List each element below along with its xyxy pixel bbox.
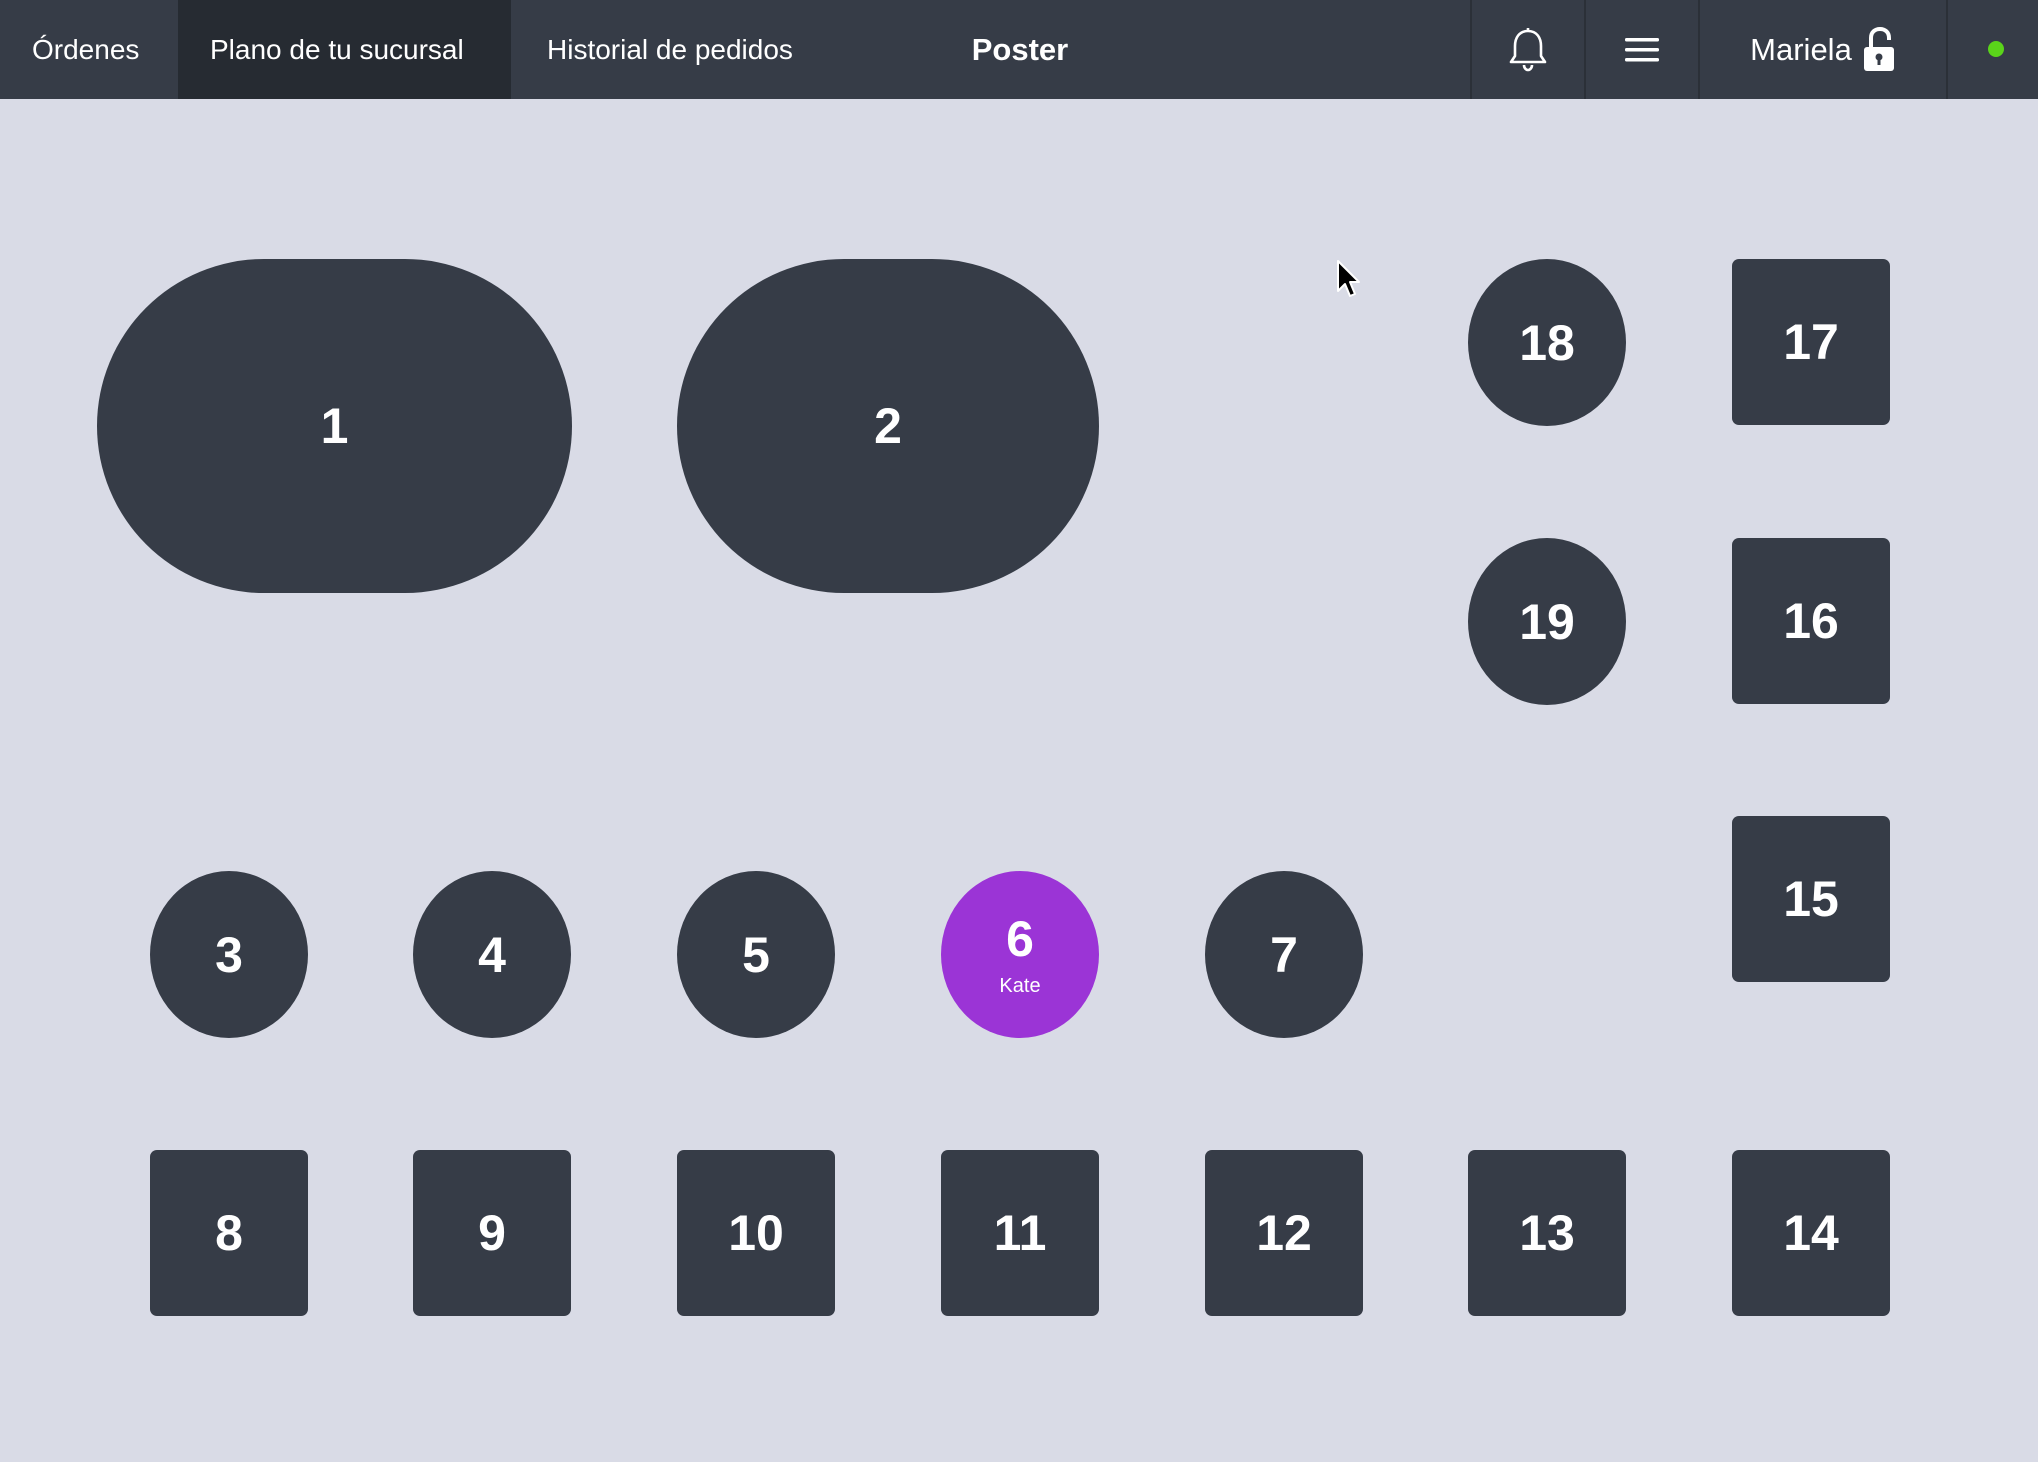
table-number: 12 xyxy=(1256,1205,1312,1261)
table-13[interactable]: 13 xyxy=(1468,1150,1626,1316)
table-number: 4 xyxy=(478,926,506,983)
table-number: 7 xyxy=(1270,926,1298,983)
table-16[interactable]: 16 xyxy=(1732,538,1890,704)
table-14[interactable]: 14 xyxy=(1732,1150,1890,1316)
table-guest-name: Kate xyxy=(999,974,1041,997)
table-number: 16 xyxy=(1783,593,1839,649)
app-title: Poster xyxy=(971,32,1069,67)
table-number: 11 xyxy=(993,1205,1047,1261)
table-5[interactable]: 5 xyxy=(677,871,835,1038)
tab-order-history[interactable]: Historial de pedidos xyxy=(515,0,835,99)
table-number: 14 xyxy=(1783,1205,1839,1261)
table-number: 17 xyxy=(1783,314,1839,370)
online-status-indicator xyxy=(1988,41,2004,57)
table-1[interactable]: 1 xyxy=(97,259,572,593)
table-3[interactable]: 3 xyxy=(150,871,308,1038)
table-number: 9 xyxy=(478,1205,506,1261)
table-18[interactable]: 18 xyxy=(1468,259,1626,426)
floor-plan: 1 2 3 4 5 6 Kate 7 8 9 10 11 12 13 14 15 xyxy=(0,99,2038,1462)
table-number: 8 xyxy=(215,1205,243,1261)
table-number: 19 xyxy=(1519,593,1575,650)
table-number: 5 xyxy=(742,926,770,983)
divider xyxy=(1946,0,1948,99)
table-number: 1 xyxy=(320,398,349,454)
table-17[interactable]: 17 xyxy=(1732,259,1890,425)
table-number: 13 xyxy=(1519,1205,1575,1261)
table-number: 10 xyxy=(728,1205,784,1261)
table-12[interactable]: 12 xyxy=(1205,1150,1363,1316)
table-10[interactable]: 10 xyxy=(677,1150,835,1316)
table-7[interactable]: 7 xyxy=(1205,871,1363,1038)
table-6[interactable]: 6 Kate xyxy=(941,871,1099,1038)
table-8[interactable]: 8 xyxy=(150,1150,308,1316)
table-number: 3 xyxy=(215,926,243,983)
table-number: 2 xyxy=(874,398,902,454)
bell-icon xyxy=(1509,27,1547,71)
table-number: 18 xyxy=(1519,314,1575,371)
mouse-cursor-icon xyxy=(1337,260,1360,297)
user-account-button[interactable]: Mariela xyxy=(1700,0,1946,99)
table-number: 6 xyxy=(1006,910,1034,967)
unlocked-lock-icon xyxy=(1863,26,1894,71)
table-number: 15 xyxy=(1783,871,1839,927)
table-4[interactable]: 4 xyxy=(413,871,571,1038)
table-15[interactable]: 15 xyxy=(1732,816,1890,982)
notifications-button[interactable] xyxy=(1472,0,1584,99)
tab-floor-plan[interactable]: Plano de tu sucursal xyxy=(178,0,511,99)
table-11[interactable]: 11 xyxy=(941,1150,1099,1316)
menu-button[interactable] xyxy=(1586,0,1698,99)
table-9[interactable]: 9 xyxy=(413,1150,571,1316)
tab-orders[interactable]: Órdenes xyxy=(0,0,178,99)
top-navigation-bar: Órdenes Plano de tu sucursal Historial d… xyxy=(0,0,2038,99)
table-2[interactable]: 2 xyxy=(677,259,1099,593)
table-19[interactable]: 19 xyxy=(1468,538,1626,705)
user-name: Mariela xyxy=(1750,31,1852,67)
hamburger-menu-icon xyxy=(1625,37,1659,61)
